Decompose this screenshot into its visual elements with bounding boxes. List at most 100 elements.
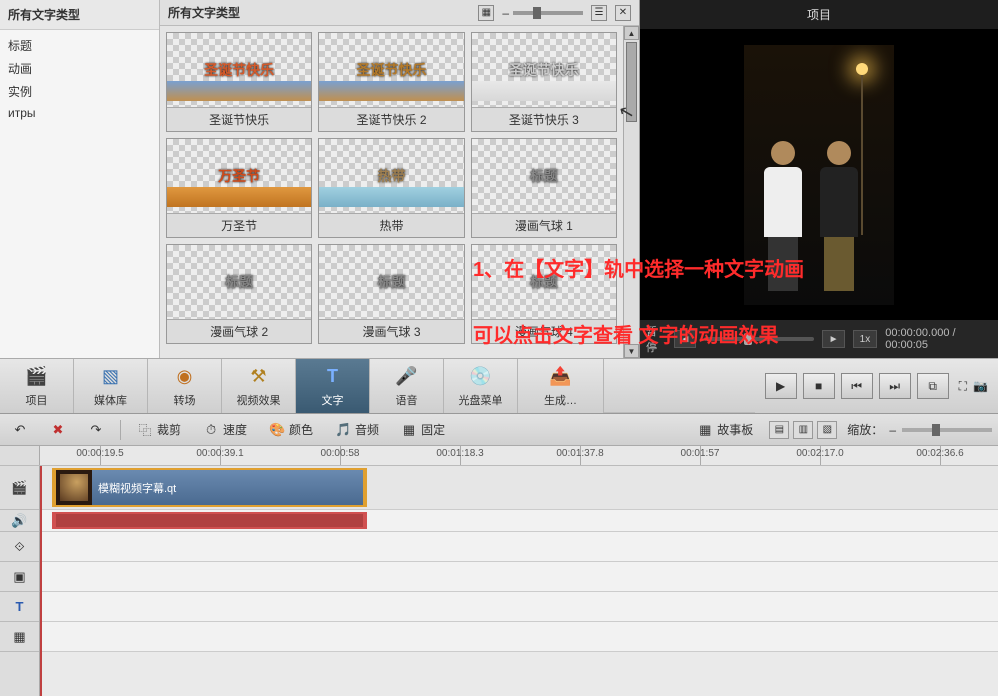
scroll-thumb[interactable] — [626, 42, 637, 122]
audio-track-head[interactable]: 🔊 — [0, 510, 39, 532]
timeline-ruler[interactable]: 00:00:19.500:00:39.100:00:5800:01:18.300… — [40, 446, 998, 465]
text-preset[interactable]: 圣诞节快乐圣诞节快乐 — [166, 32, 312, 132]
prev-frame-icon[interactable]: ◄ — [674, 330, 696, 348]
tab-project[interactable]: 🎬 项目 — [0, 359, 74, 413]
folder-icon: ▧ — [99, 365, 123, 389]
microphone-icon: 🎤 — [395, 365, 419, 389]
fullscreen-button[interactable]: ⛶ — [959, 379, 967, 394]
tab-text[interactable]: T 文字 — [296, 359, 370, 413]
tab-disc-menu[interactable]: 💿 光盘菜单 — [444, 359, 518, 413]
redo-button[interactable]: ↷ — [82, 420, 110, 440]
grid-view-icon[interactable]: ▦ — [478, 5, 494, 21]
text-preset[interactable]: 热带热带 — [318, 138, 464, 238]
preset-thumb-text: 热带 — [377, 166, 405, 186]
overlay-track[interactable] — [40, 562, 998, 592]
text-icon: T — [321, 365, 345, 389]
zoom-slider[interactable] — [902, 428, 992, 432]
stabilize-button[interactable]: ▦固定 — [395, 419, 451, 440]
preview-panel: 项目 暂停 ◄ ► 1x 00:00:00.000 / 00:00:05 — [640, 0, 998, 358]
view-mode-2[interactable]: ▥ — [793, 421, 813, 439]
preset-thumb-text: 圣诞节快乐 — [509, 60, 579, 80]
text-preset[interactable]: 标题漫画气球 2 — [166, 244, 312, 344]
ruler-tick-label: 00:01:57 — [681, 448, 720, 459]
extra-track-head[interactable]: ▦ — [0, 622, 39, 652]
preset-thumb-text: 标题 — [225, 272, 253, 292]
gallery-scrollbar[interactable]: ▲ ▼ — [623, 26, 639, 358]
snapshot-button[interactable]: 📷 — [973, 379, 988, 393]
preset-thumb-text: 标题 — [377, 272, 405, 292]
color-button[interactable]: 🎨颜色 — [263, 419, 319, 440]
tab-transition[interactable]: ◉ 转场 — [148, 359, 222, 413]
tab-media-library[interactable]: ▧ 媒体库 — [74, 359, 148, 413]
clip-name: 模糊视频字幕.qt — [98, 480, 176, 496]
preset-caption: 漫画气球 1 — [472, 213, 616, 237]
crop-button[interactable]: ⿻裁剪 — [131, 419, 187, 440]
audio-clip[interactable] — [52, 512, 367, 529]
speed-slider[interactable] — [704, 337, 814, 341]
preset-caption: 万圣节 — [167, 213, 311, 237]
sidebar-header: 所有文字类型 — [0, 0, 159, 30]
text-track[interactable] — [40, 592, 998, 622]
preset-thumb-text: 万圣节 — [218, 166, 260, 186]
sidebar-item-3[interactable]: итры — [0, 103, 159, 123]
overlay-track-head[interactable]: ▣ — [0, 562, 39, 592]
delete-button[interactable]: ✖ — [44, 420, 72, 440]
close-icon[interactable]: ✕ — [615, 5, 631, 21]
sidebar-item-2[interactable]: 实例 — [0, 80, 159, 103]
transition-track[interactable] — [40, 532, 998, 562]
text-preset[interactable]: 圣诞节快乐圣诞节快乐 3 — [471, 32, 617, 132]
playhead[interactable] — [40, 466, 42, 696]
ruler-tick-label: 00:00:19.5 — [76, 448, 123, 459]
tab-voice[interactable]: 🎤 语音 — [370, 359, 444, 413]
storyboard-toggle[interactable]: ▦故事板 — [691, 419, 759, 440]
text-type-sidebar: 所有文字类型 标题动画实例итры — [0, 0, 160, 358]
preset-caption: 圣诞节快乐 — [167, 107, 311, 131]
tab-produce[interactable]: 📤 生成… — [518, 359, 604, 413]
extra-track[interactable] — [40, 622, 998, 652]
prev-button[interactable]: ⏮ — [841, 373, 873, 399]
view-mode-3[interactable]: ▧ — [817, 421, 837, 439]
audio-button[interactable]: 🎵音频 — [329, 419, 385, 440]
speed-button[interactable]: ⏱速度 — [197, 419, 253, 440]
ruler-tick-label: 00:00:58 — [321, 448, 360, 459]
text-track-head[interactable]: T — [0, 592, 39, 622]
undo-button[interactable]: ↶ — [6, 420, 34, 440]
transition-track-head[interactable]: ⟐ — [0, 532, 39, 562]
clip-thumbnail — [56, 470, 92, 505]
scroll-down-icon[interactable]: ▼ — [624, 344, 639, 358]
gallery-header-title: 所有文字类型 — [168, 4, 470, 21]
next-frame-icon[interactable]: ► — [822, 330, 844, 348]
preset-thumb-text: 圣诞节快乐 — [356, 60, 426, 80]
ruler-tick-label: 00:02:36.6 — [916, 448, 963, 459]
text-preset[interactable]: 万圣节万圣节 — [166, 138, 312, 238]
video-track[interactable]: 模糊视频字幕.qt — [40, 466, 998, 510]
preset-caption: 热带 — [319, 213, 463, 237]
sidebar-item-0[interactable]: 标题 — [0, 34, 159, 57]
audio-track[interactable] — [40, 510, 998, 532]
view-mode-1[interactable]: ▤ — [769, 421, 789, 439]
film-icon: 🎬 — [25, 365, 49, 389]
text-preset[interactable]: 标题漫画气球 3 — [318, 244, 464, 344]
stop-button[interactable]: ■ — [803, 373, 835, 399]
text-preset[interactable]: 标题漫画气球 4 — [471, 244, 617, 344]
text-preset[interactable]: 圣诞节快乐圣诞节快乐 2 — [318, 32, 464, 132]
preview-header: 项目 — [640, 0, 998, 29]
video-track-head[interactable]: 🎬 — [0, 466, 39, 510]
video-clip[interactable]: 模糊视频字幕.qt — [52, 468, 367, 507]
scroll-up-icon[interactable]: ▲ — [624, 26, 639, 40]
preview-timecode: 00:00:00.000 / 00:00:05 — [885, 327, 992, 351]
zoom-out-icon[interactable]: – — [889, 423, 896, 437]
next-button[interactable]: ⏭ — [879, 373, 911, 399]
export-icon: 📤 — [549, 365, 573, 389]
thumbnail-size-slider[interactable]: – — [502, 6, 583, 20]
delete-icon: ✖ — [50, 422, 66, 438]
speed-indicator[interactable]: 1x — [853, 330, 878, 348]
redo-icon: ↷ — [88, 422, 104, 438]
loop-button[interactable]: ⧉ — [917, 373, 949, 399]
tab-video-effect[interactable]: ⚒ 视频效果 — [222, 359, 296, 413]
play-button[interactable]: ▶ — [765, 373, 797, 399]
list-view-icon[interactable]: ☰ — [591, 5, 607, 21]
text-preset[interactable]: 标题漫画气球 1 — [471, 138, 617, 238]
sidebar-item-1[interactable]: 动画 — [0, 57, 159, 80]
preview-viewport[interactable] — [640, 29, 998, 320]
